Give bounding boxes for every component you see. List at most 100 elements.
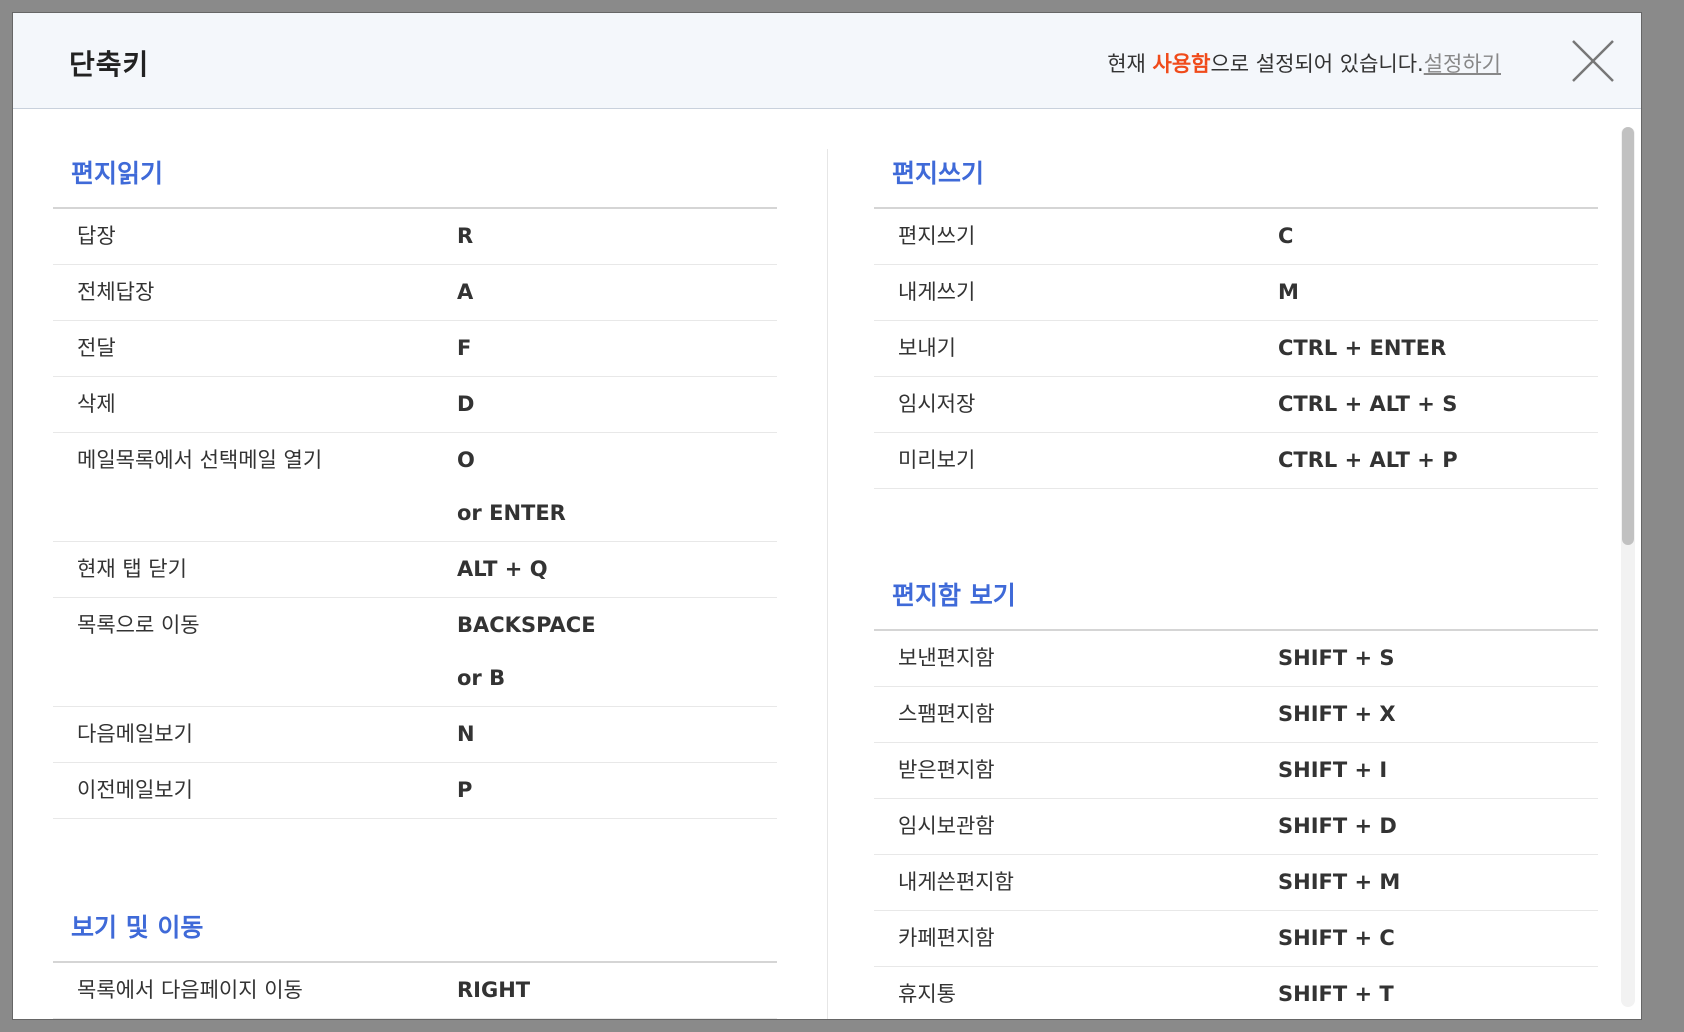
shortcut-key: CTRL + ALT + S [1278, 392, 1458, 416]
close-button[interactable] [1567, 35, 1619, 87]
shortcut-keys: SHIFT + T [1278, 967, 1598, 1019]
shortcut-row: 목록에서 다음페이지 이동 RIGHT [53, 963, 777, 1019]
shortcut-row: 보낸편지함 SHIFT + S [874, 631, 1598, 687]
section-write: 편지쓰기 편지쓰기 C 내게쓰기 M 보내기 CTRL + ENTER 임시저장 CTRL +… [874, 157, 1598, 489]
column-divider [827, 149, 828, 1019]
section-read: 편지읽기 답장 R 전체답장 A 전달 F 삭제 D 메일목록에서 선택메일 열기 Oor ENT… [53, 157, 777, 819]
status-prefix: 현재 [1107, 52, 1153, 76]
shortcut-action: 현재 탭 닫기 [77, 557, 187, 581]
shortcut-action: 임시보관함 [898, 814, 995, 838]
shortcut-keys: F [457, 321, 777, 376]
section-title-read: 편지읽기 [53, 157, 777, 209]
shortcut-action: 미리보기 [898, 448, 976, 472]
right-column: 편지쓰기 편지쓰기 C 내게쓰기 M 보내기 CTRL + ENTER 임시저장 CTRL +… [874, 157, 1598, 1019]
close-icon [1572, 40, 1614, 82]
shortcut-key: SHIFT + S [1278, 646, 1395, 670]
shortcut-row: 메일목록에서 선택메일 열기 Oor ENTER [53, 433, 777, 542]
shortcut-keys: CTRL + ALT + P [1278, 433, 1598, 488]
shortcut-keys: Oor ENTER [457, 433, 777, 541]
shortcut-key: SHIFT + I [1278, 758, 1388, 782]
shortcut-key: CTRL + ENTER [1278, 336, 1447, 360]
shortcut-key: R [457, 224, 474, 248]
shortcut-key: F [457, 336, 472, 360]
shortcut-keys: C [1278, 209, 1598, 264]
dialog-content: 편지읽기 답장 R 전체답장 A 전달 F 삭제 D 메일목록에서 선택메일 열기 Oor ENT… [13, 109, 1641, 1019]
shortcut-keys: P [457, 763, 777, 818]
shortcut-action: 편지쓰기 [898, 224, 976, 248]
shortcut-key: SHIFT + T [1278, 982, 1394, 1006]
shortcut-row: 임시보관함 SHIFT + D [874, 799, 1598, 855]
shortcut-action: 휴지통 [898, 982, 956, 1006]
shortcut-action: 전체답장 [77, 280, 155, 304]
shortcut-status: 현재 사용함으로 설정되어 있습니다.설정하기 [1107, 48, 1501, 78]
section-view: 보기 및 이동 목록에서 다음페이지 이동 RIGHT [53, 911, 777, 1019]
shortcut-key: SHIFT + X [1278, 702, 1396, 726]
shortcut-key: or ENTER [457, 501, 566, 525]
shortcut-key: P [457, 778, 473, 802]
shortcut-keys: SHIFT + I [1278, 743, 1598, 798]
shortcut-row: 전달 F [53, 321, 777, 377]
shortcut-action: 다음메일보기 [77, 722, 193, 746]
shortcut-key: or B [457, 666, 506, 690]
shortcut-action: 삭제 [77, 392, 116, 416]
shortcut-action: 이전메일보기 [77, 778, 193, 802]
shortcut-row: 다음메일보기 N [53, 707, 777, 763]
shortcut-key: ALT + Q [457, 557, 548, 581]
shortcut-keys: SHIFT + C [1278, 911, 1598, 966]
shortcut-row: 임시저장 CTRL + ALT + S [874, 377, 1598, 433]
shortcut-list-read: 답장 R 전체답장 A 전달 F 삭제 D 메일목록에서 선택메일 열기 Oor ENTER 현재 … [53, 209, 777, 819]
shortcut-key: N [457, 722, 475, 746]
shortcut-row: 목록으로 이동 BACKSPACE or B [53, 598, 777, 707]
shortcut-row: 휴지통 SHIFT + T [874, 967, 1598, 1019]
shortcut-list-folders: 보낸편지함 SHIFT + S 스팸편지함 SHIFT + X 받은편지함 SHIFT +… [874, 631, 1598, 1019]
vertical-scrollbar[interactable] [1621, 127, 1635, 1007]
left-column: 편지읽기 답장 R 전체답장 A 전달 F 삭제 D 메일목록에서 선택메일 열기 Oor ENT… [53, 157, 777, 1019]
section-title-view: 보기 및 이동 [53, 911, 777, 963]
shortcut-keys: N [457, 707, 777, 762]
shortcut-keys: SHIFT + D [1278, 799, 1598, 854]
shortcut-row: 받은편지함 SHIFT + I [874, 743, 1598, 799]
shortcut-action: 보내기 [898, 336, 956, 360]
shortcut-row: 스팸편지함 SHIFT + X [874, 687, 1598, 743]
shortcut-action: 임시저장 [898, 392, 976, 416]
shortcut-action: 보낸편지함 [898, 646, 995, 670]
shortcut-row: 답장 R [53, 209, 777, 265]
shortcut-dialog: 단축키 현재 사용함으로 설정되어 있습니다.설정하기 편지읽기 답장 R 전체답장… [13, 13, 1641, 1019]
shortcut-row: 전체답장 A [53, 265, 777, 321]
status-suffix: 으로 설정되어 있습니다. [1210, 52, 1424, 76]
shortcut-row: 미리보기 CTRL + ALT + P [874, 433, 1598, 489]
shortcut-row: 편지쓰기 C [874, 209, 1598, 265]
shortcut-row: 내게쓰기 M [874, 265, 1598, 321]
shortcut-keys: CTRL + ALT + S [1278, 377, 1598, 432]
shortcut-action: 전달 [77, 336, 116, 360]
shortcut-key: O [457, 448, 475, 472]
shortcut-key: SHIFT + M [1278, 870, 1401, 894]
scrollbar-thumb[interactable] [1622, 127, 1634, 545]
shortcut-keys: D [457, 377, 777, 432]
shortcut-key: M [1278, 280, 1299, 304]
shortcut-keys: R [457, 209, 777, 264]
shortcut-key: C [1278, 224, 1294, 248]
shortcut-action: 카페편지함 [898, 926, 995, 950]
shortcut-keys: SHIFT + S [1278, 631, 1598, 686]
section-folders: 편지함 보기 보낸편지함 SHIFT + S 스팸편지함 SHIFT + X 받은편지함… [874, 579, 1598, 1019]
shortcut-keys: BACKSPACE or B [457, 598, 777, 706]
shortcut-row: 현재 탭 닫기 ALT + Q [53, 542, 777, 598]
shortcut-action: 내게쓰기 [898, 280, 976, 304]
shortcut-key: SHIFT + C [1278, 926, 1395, 950]
shortcut-key: D [457, 392, 475, 416]
shortcut-keys: M [1278, 265, 1598, 320]
shortcut-action: 스팸편지함 [898, 702, 995, 726]
shortcut-key: BACKSPACE [457, 613, 596, 637]
shortcut-action: 목록에서 다음페이지 이동 [77, 978, 303, 1002]
shortcut-row: 보내기 CTRL + ENTER [874, 321, 1598, 377]
shortcut-action: 답장 [77, 224, 116, 248]
shortcut-key: SHIFT + D [1278, 814, 1397, 838]
shortcut-row: 이전메일보기 P [53, 763, 777, 819]
settings-link[interactable]: 설정하기 [1424, 52, 1501, 76]
shortcut-key: RIGHT [457, 978, 531, 1002]
shortcut-keys: A [457, 265, 777, 320]
shortcut-action: 받은편지함 [898, 758, 995, 782]
shortcut-keys: CTRL + ENTER [1278, 321, 1598, 376]
dialog-header: 단축키 현재 사용함으로 설정되어 있습니다.설정하기 [13, 13, 1641, 109]
